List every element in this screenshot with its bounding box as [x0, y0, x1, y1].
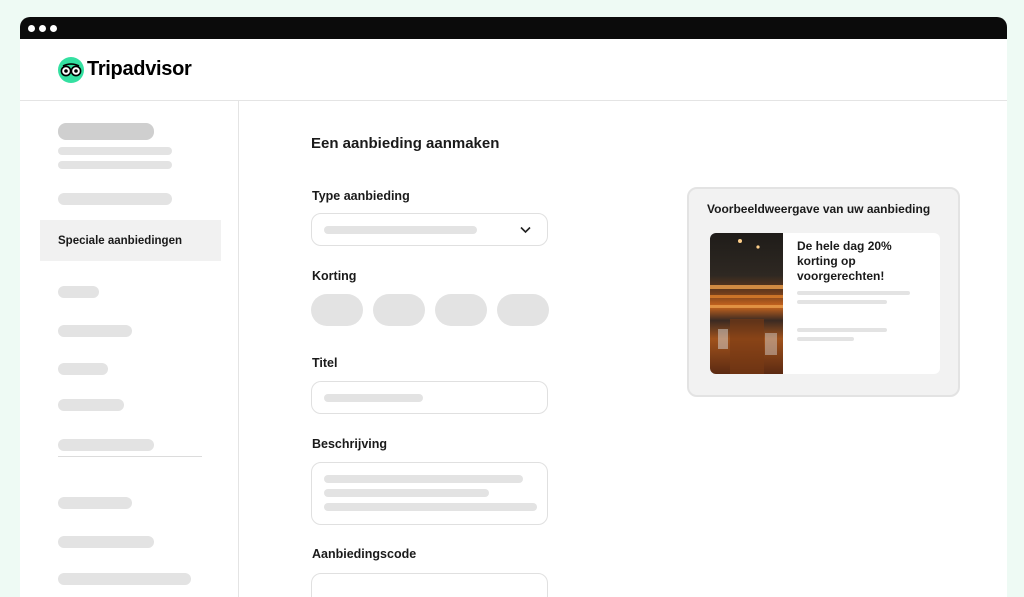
- preview-offer-title: De hele dag 20% korting op voorgerechten…: [797, 239, 892, 283]
- description-textarea[interactable]: [311, 462, 548, 525]
- restaurant-photo: [710, 233, 783, 374]
- sidebar-item[interactable]: [58, 325, 132, 337]
- sidebar-item[interactable]: [58, 399, 124, 411]
- browser-window: Tripadvisor Speciale aanbiedingen Een aa…: [20, 17, 1007, 597]
- sidebar: Speciale aanbiedingen: [20, 101, 239, 597]
- code-label: Aanbiedingscode: [312, 547, 417, 561]
- chevron-down-icon: [520, 223, 531, 237]
- window-dot: [28, 24, 35, 32]
- brand-logo-text[interactable]: Tripadvisor: [87, 58, 192, 81]
- main-content: Een aanbieding aanmaken Type aanbieding …: [239, 101, 1007, 597]
- title-label: Titel: [312, 356, 338, 370]
- app-header: Tripadvisor: [20, 39, 1007, 101]
- title-input[interactable]: [311, 381, 548, 414]
- discount-option[interactable]: [373, 294, 425, 326]
- description-label: Beschrijving: [312, 437, 388, 451]
- sidebar-item[interactable]: [58, 363, 108, 375]
- sidebar-item[interactable]: [58, 497, 132, 509]
- sidebar-item[interactable]: [58, 439, 154, 451]
- discount-option[interactable]: [435, 294, 487, 326]
- discount-option[interactable]: [497, 294, 549, 326]
- offer-preview-card: De hele dag 20% korting op voorgerechten…: [710, 233, 940, 374]
- owl-eyes-icon[interactable]: [58, 56, 84, 83]
- sidebar-item[interactable]: [58, 536, 154, 548]
- window-titlebar: [20, 17, 1007, 39]
- offer-code-input[interactable]: [311, 573, 548, 597]
- text-line-placeholder: [797, 291, 910, 295]
- preview-heading: Voorbeeldweergave van uw aanbieding: [707, 202, 931, 216]
- select-value-placeholder: [324, 226, 477, 234]
- sidebar-item-speciale-aanbiedingen[interactable]: Speciale aanbiedingen: [40, 220, 221, 261]
- text-line-placeholder: [324, 475, 523, 483]
- text-line-placeholder: [324, 503, 537, 511]
- sidebar-item-label: Speciale aanbiedingen: [58, 234, 182, 247]
- sidebar-placeholder: [58, 161, 172, 169]
- offer-type-select[interactable]: [311, 213, 548, 246]
- window-dot: [39, 24, 46, 32]
- text-line-placeholder: [797, 300, 887, 304]
- page-title: Een aanbieding aanmaken: [311, 135, 500, 152]
- window-dot: [50, 24, 57, 32]
- sidebar-item[interactable]: [58, 193, 172, 205]
- type-label: Type aanbieding: [312, 189, 410, 203]
- offer-preview-panel: Voorbeeldweergave van uw aanbieding De h…: [687, 187, 960, 397]
- text-line-placeholder: [324, 489, 489, 497]
- input-value-placeholder: [324, 394, 423, 402]
- sidebar-placeholder: [58, 147, 172, 155]
- text-line-placeholder: [797, 337, 854, 341]
- sidebar-placeholder: [58, 123, 154, 140]
- discount-label: Korting: [312, 269, 357, 283]
- discount-option[interactable]: [311, 294, 363, 326]
- sidebar-item[interactable]: [58, 286, 99, 298]
- text-line-placeholder: [797, 328, 887, 332]
- sidebar-divider: [58, 456, 202, 457]
- sidebar-item[interactable]: [58, 573, 191, 585]
